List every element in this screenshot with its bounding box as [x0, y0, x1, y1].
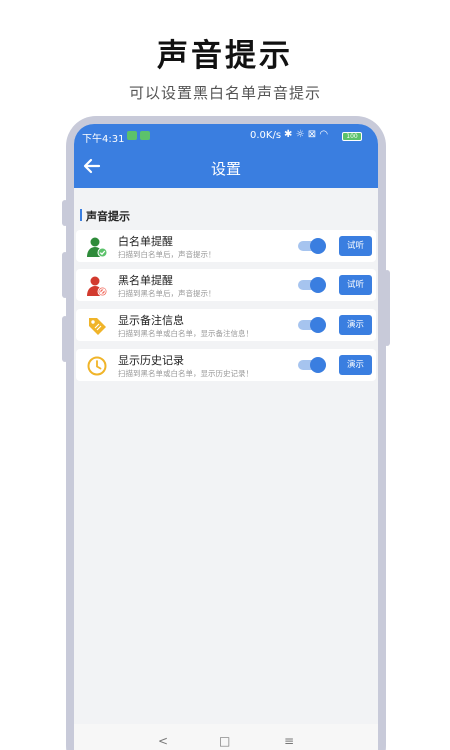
- promo-title: 声音提示: [157, 38, 293, 74]
- user-block-icon: [87, 276, 108, 297]
- setting-description: 扫描到黑名单后，声音提示！: [118, 289, 216, 298]
- notes-toggle[interactable]: [298, 317, 326, 333]
- nav-home-button[interactable]: □: [219, 734, 230, 748]
- clock-icon: [87, 356, 107, 376]
- wifi-icon: ◠: [319, 129, 329, 140]
- promo-subtitle: 可以设置黑白名单声音提示: [128, 84, 321, 102]
- alarm-icon: ☼: [295, 129, 305, 140]
- setting-title: 白名单提醒: [118, 235, 173, 248]
- page-title: 设置: [210, 160, 241, 178]
- blacklist-preview-button[interactable]: 试听: [339, 275, 372, 295]
- nav-back-button[interactable]: <: [158, 734, 168, 748]
- whitelist-preview-button[interactable]: 试听: [339, 236, 372, 256]
- user-check-icon: [87, 237, 108, 258]
- setting-description: 扫描到白名单后，声音提示！: [118, 250, 216, 259]
- nav-menu-button[interactable]: ≡: [284, 734, 294, 748]
- setting-row-whitelist: 白名单提醒 扫描到白名单后，声音提示！ 试听: [76, 230, 376, 262]
- status-time: 下午4:31: [82, 134, 125, 145]
- status-icons: ✱ ☼ ⊠ ◠: [284, 129, 328, 140]
- setting-title: 黑名单提醒: [118, 274, 173, 287]
- toggle-knob: [310, 238, 326, 254]
- setting-row-notes: 显示备注信息 扫描到黑名单或白名单，显示备注信息！ 演示: [76, 309, 376, 341]
- phone-side-button: [62, 252, 68, 298]
- toggle-knob: [310, 277, 326, 293]
- setting-description: 扫描到黑名单或白名单，显示备注信息！: [118, 329, 253, 338]
- notification-icon: [140, 131, 150, 140]
- battery-icon: 100: [342, 132, 362, 141]
- history-toggle[interactable]: [298, 357, 326, 373]
- phone-screen: 下午4:31 0.0K/s ✱ ☼ ⊠ ◠ 100 设置 声音提示 白名单提醒 …: [74, 124, 378, 750]
- system-nav-bar: < □ ≡: [74, 724, 378, 750]
- blacklist-toggle[interactable]: [298, 277, 326, 293]
- notes-demo-button[interactable]: 演示: [339, 315, 372, 335]
- toggle-knob: [310, 357, 326, 373]
- bluetooth-icon: ✱: [284, 129, 293, 140]
- setting-row-blacklist: 黑名单提醒 扫描到黑名单后，声音提示！ 试听: [76, 269, 376, 301]
- setting-description: 扫描到黑名单或白名单，显示历史记录！: [118, 369, 253, 378]
- network-speed: 0.0K/s: [250, 130, 282, 141]
- status-bar: 下午4:31 0.0K/s ✱ ☼ ⊠ ◠ 100: [74, 128, 378, 145]
- tag-icon: [89, 318, 106, 335]
- phone-side-button: [62, 316, 68, 362]
- notification-icon: [127, 131, 137, 140]
- sim-icon: ⊠: [307, 129, 317, 140]
- toggle-knob: [310, 317, 326, 333]
- setting-row-history: 显示历史记录 扫描到黑名单或白名单，显示历史记录！ 演示: [76, 349, 376, 381]
- app-bar: 下午4:31 0.0K/s ✱ ☼ ⊠ ◠ 100 设置: [74, 124, 378, 188]
- section-header: 声音提示: [80, 208, 130, 224]
- phone-side-button: [384, 270, 390, 346]
- setting-title: 显示备注信息: [118, 314, 184, 327]
- phone-side-button: [62, 200, 68, 226]
- setting-title: 显示历史记录: [118, 354, 184, 367]
- whitelist-toggle[interactable]: [298, 238, 326, 254]
- history-demo-button[interactable]: 演示: [339, 355, 372, 375]
